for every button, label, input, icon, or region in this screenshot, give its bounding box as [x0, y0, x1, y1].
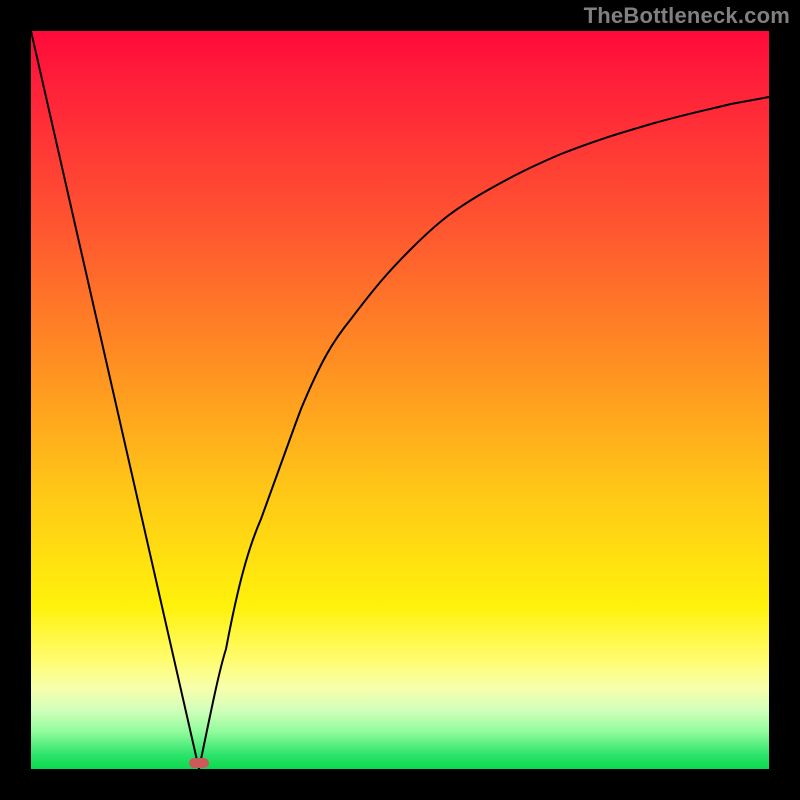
- curve-right-ascending: [199, 97, 769, 769]
- chart-stage: TheBottleneck.com: [0, 0, 800, 800]
- curve-left-edge: [31, 31, 199, 769]
- watermark: TheBottleneck.com: [584, 3, 790, 29]
- chart-curve: [31, 31, 769, 769]
- valley-marker: [189, 758, 209, 768]
